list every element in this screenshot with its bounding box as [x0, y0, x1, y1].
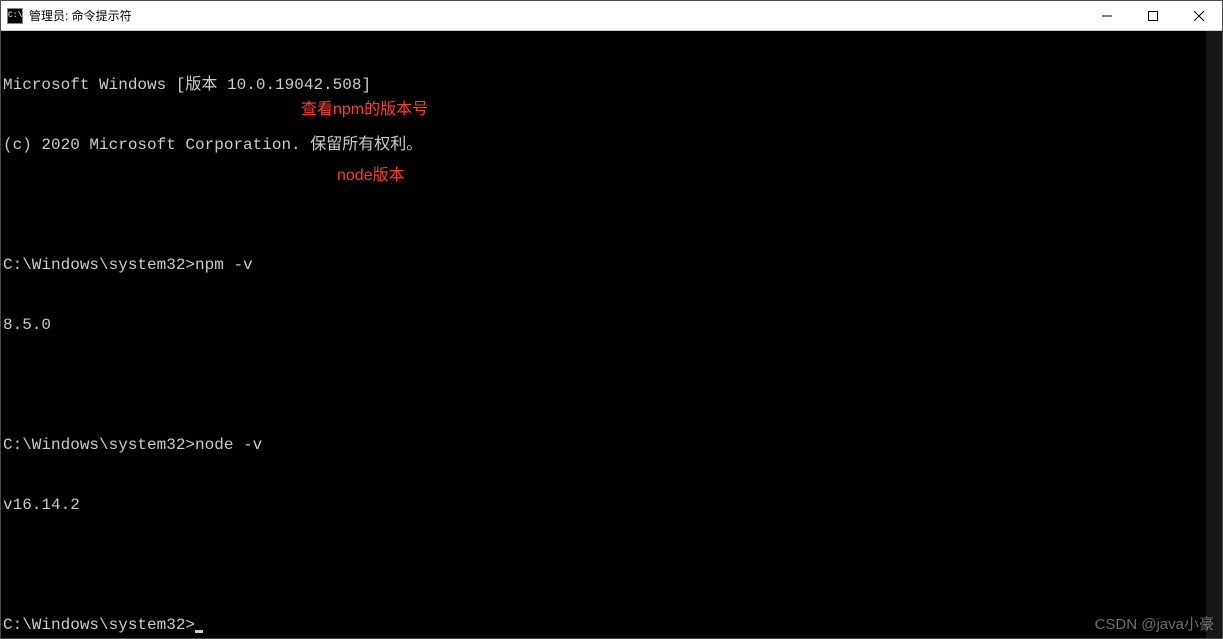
window-controls [1084, 1, 1222, 30]
terminal-prompt-line: C:\Windows\system32>npm -v [3, 255, 1220, 275]
maximize-icon [1148, 11, 1158, 21]
terminal-area[interactable]: Microsoft Windows [版本 10.0.19042.508] (c… [1, 31, 1222, 638]
minimize-button[interactable] [1084, 1, 1130, 30]
terminal-output: Microsoft Windows [版本 10.0.19042.508] (c… [1, 31, 1222, 639]
vertical-scrollbar[interactable] [1206, 31, 1222, 638]
terminal-line [3, 195, 1220, 215]
close-button[interactable] [1176, 1, 1222, 30]
titlebar[interactable]: C:\ 管理员: 命令提示符 [1, 1, 1222, 31]
maximize-button[interactable] [1130, 1, 1176, 30]
cmd-icon: C:\ [7, 8, 23, 24]
minimize-icon [1102, 11, 1112, 21]
cursor-icon [195, 630, 203, 633]
terminal-line: Microsoft Windows [版本 10.0.19042.508] [3, 75, 1220, 95]
window-title: 管理员: 命令提示符 [29, 7, 132, 24]
terminal-prompt-text: C:\Windows\system32> [3, 616, 195, 634]
terminal-prompt-line: C:\Windows\system32>node -v [3, 435, 1220, 455]
terminal-line [3, 375, 1220, 395]
terminal-line [3, 555, 1220, 575]
terminal-line: 8.5.0 [3, 315, 1220, 335]
terminal-line: (c) 2020 Microsoft Corporation. 保留所有权利。 [3, 135, 1220, 155]
terminal-line: v16.14.2 [3, 495, 1220, 515]
close-icon [1194, 11, 1204, 21]
titlebar-left: C:\ 管理员: 命令提示符 [1, 7, 132, 24]
terminal-prompt-line: C:\Windows\system32> [3, 615, 1220, 635]
cmd-window: C:\ 管理员: 命令提示符 Microsoft Windows [版本 10.… [0, 0, 1223, 639]
